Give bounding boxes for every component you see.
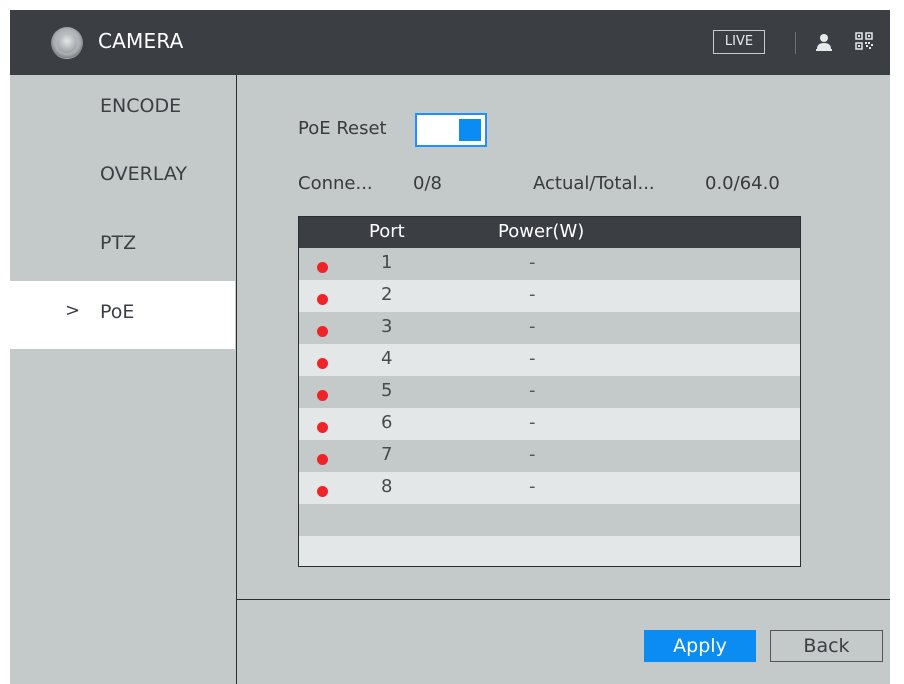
- port-cell: 4: [381, 348, 393, 369]
- empty-table-row: [299, 504, 800, 536]
- header-divider: [795, 32, 796, 54]
- port-cell: 2: [381, 284, 393, 305]
- status-dot-icon: [317, 262, 328, 273]
- user-icon[interactable]: [816, 33, 832, 51]
- poe-port-table: Port Power(W) 1-2-3-4-5-6-7-8-: [298, 216, 801, 567]
- port-cell: 1: [381, 252, 393, 273]
- status-dot-icon: [317, 422, 328, 433]
- connected-value: 0/8: [413, 173, 442, 194]
- power-cell: -: [529, 316, 536, 337]
- sidebar-item-label: PoE: [100, 301, 135, 323]
- table-row[interactable]: 3-: [299, 312, 800, 344]
- sidebar: ENCODE OVERLAY PTZ > PoE: [10, 75, 235, 684]
- power-cell: -: [529, 284, 536, 305]
- port-cell: 7: [381, 444, 393, 465]
- sidebar-item-poe[interactable]: > PoE: [10, 281, 235, 349]
- status-dot-icon: [317, 294, 328, 305]
- sidebar-item-ptz[interactable]: PTZ: [10, 212, 235, 280]
- sidebar-item-label: OVERLAY: [100, 163, 187, 185]
- table-header: Port Power(W): [299, 217, 800, 248]
- actual-total-label: Actual/Total...: [533, 173, 655, 194]
- sidebar-item-encode[interactable]: ENCODE: [10, 75, 235, 143]
- sidebar-item-label: ENCODE: [100, 95, 182, 117]
- power-cell: -: [529, 252, 536, 273]
- poe-reset-toggle[interactable]: [415, 113, 487, 147]
- power-cell: -: [529, 412, 536, 433]
- power-cell: -: [529, 444, 536, 465]
- sidebar-item-label: PTZ: [100, 232, 137, 254]
- status-dot-icon: [317, 454, 328, 465]
- camera-settings-window: CAMERA LIVE ENCODE OVERLAY PTZ > PoE PoE…: [10, 10, 890, 684]
- column-header-power: Power(W): [498, 221, 585, 242]
- status-dot-icon: [317, 358, 328, 369]
- status-dot-icon: [317, 486, 328, 497]
- port-cell: 3: [381, 316, 393, 337]
- status-dot-icon: [317, 326, 328, 337]
- top-bar: CAMERA LIVE: [10, 10, 890, 75]
- chevron-right-icon: >: [65, 300, 81, 321]
- sidebar-item-overlay[interactable]: OVERLAY: [10, 143, 235, 211]
- apply-button[interactable]: Apply: [644, 630, 756, 662]
- connected-label: Conne...: [298, 173, 373, 194]
- power-cell: -: [529, 348, 536, 369]
- camera-logo-icon: [51, 27, 83, 59]
- port-cell: 5: [381, 380, 393, 401]
- port-cell: 6: [381, 412, 393, 433]
- table-row[interactable]: 4-: [299, 344, 800, 376]
- live-button[interactable]: LIVE: [713, 30, 765, 54]
- qr-code-icon[interactable]: [855, 32, 873, 50]
- empty-table-row: [299, 536, 800, 566]
- power-cell: -: [529, 380, 536, 401]
- port-cell: 8: [381, 476, 393, 497]
- status-dot-icon: [317, 390, 328, 401]
- table-row[interactable]: 2-: [299, 280, 800, 312]
- table-row[interactable]: 8-: [299, 472, 800, 504]
- sidebar-divider: [236, 75, 237, 684]
- table-row[interactable]: 5-: [299, 376, 800, 408]
- poe-reset-label: PoE Reset: [298, 118, 387, 139]
- column-header-port: Port: [369, 221, 405, 242]
- toggle-knob: [459, 119, 481, 141]
- power-cell: -: [529, 476, 536, 497]
- back-button[interactable]: Back: [770, 630, 883, 662]
- footer-divider: [237, 599, 890, 600]
- table-row[interactable]: 6-: [299, 408, 800, 440]
- actual-total-value: 0.0/64.0: [705, 173, 780, 194]
- table-row[interactable]: 7-: [299, 440, 800, 472]
- page-title: CAMERA: [98, 29, 184, 53]
- table-row[interactable]: 1-: [299, 248, 800, 280]
